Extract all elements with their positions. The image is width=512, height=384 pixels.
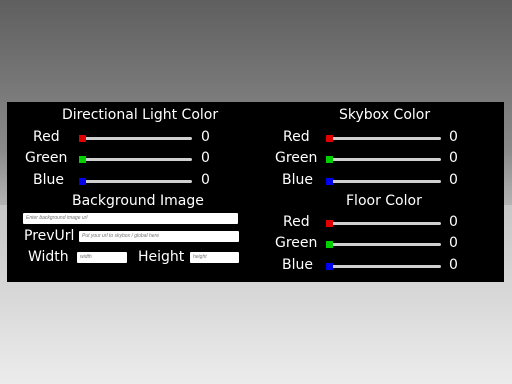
floor-color-title: Floor Color [346,193,422,209]
skybox-blue-slider[interactable] [326,178,441,185]
floor-red-value: 0 [449,214,458,230]
skybox-red-label: Red [283,129,310,145]
skybox-green-slider-handle[interactable] [326,156,333,163]
prev-url-input[interactable] [79,231,239,242]
floor-green-slider[interactable] [326,241,441,248]
skybox-green-value: 0 [449,150,458,166]
floor-green-value: 0 [449,235,458,251]
directional-light-title: Directional Light Color [62,107,219,123]
settings-panel: Directional Light Color Red 0 Green 0 Bl… [7,102,504,282]
directional-blue-slider[interactable] [79,178,192,185]
skybox-blue-label: Blue [282,172,313,188]
directional-red-value: 0 [201,129,210,145]
width-input[interactable] [77,252,127,263]
skybox-green-label: Green [275,150,318,166]
floor-blue-slider-handle[interactable] [326,263,333,270]
floor-green-slider-handle[interactable] [326,241,333,248]
directional-blue-slider-handle[interactable] [79,178,86,185]
directional-red-label: Red [33,129,60,145]
height-input[interactable] [190,252,239,263]
background-url-input[interactable] [23,213,238,224]
floor-red-slider-handle[interactable] [326,220,333,227]
floor-red-label: Red [283,214,310,230]
skybox-green-slider[interactable] [326,156,441,163]
background-image-title: Background Image [72,193,204,209]
floor-red-slider[interactable] [326,220,441,227]
skybox-red-slider[interactable] [326,135,441,142]
directional-red-slider-handle[interactable] [79,135,86,142]
floor-blue-slider[interactable] [326,263,441,270]
skybox-blue-slider-handle[interactable] [326,178,333,185]
floor-green-label: Green [275,235,318,251]
directional-blue-label: Blue [33,172,64,188]
height-label: Height [138,249,185,265]
directional-green-value: 0 [201,150,210,166]
directional-green-label: Green [25,150,68,166]
directional-blue-value: 0 [201,172,210,188]
directional-green-slider-handle[interactable] [79,156,86,163]
directional-green-slider[interactable] [79,156,192,163]
floor-blue-label: Blue [282,257,313,273]
skybox-red-value: 0 [449,129,458,145]
skybox-color-title: Skybox Color [339,107,431,123]
floor-blue-value: 0 [449,257,458,273]
width-label: Width [28,249,69,265]
directional-red-slider[interactable] [79,135,192,142]
prev-url-label: PrevUrl [24,228,75,244]
skybox-red-slider-handle[interactable] [326,135,333,142]
skybox-blue-value: 0 [449,172,458,188]
